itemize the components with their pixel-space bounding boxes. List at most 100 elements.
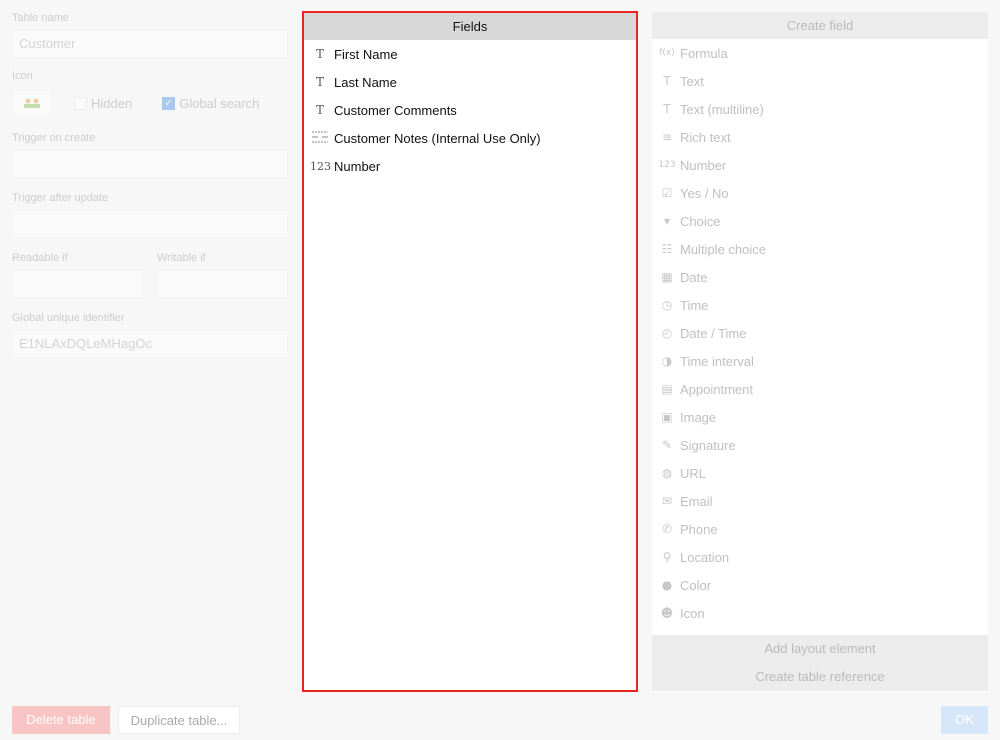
choice-icon: ▾ — [663, 214, 671, 228]
hidden-checkbox[interactable]: Hidden — [74, 96, 132, 111]
create-field-label: Appointment — [680, 381, 753, 397]
create-field-date[interactable]: ▦ Date — [652, 263, 988, 291]
create-field-label: Yes / No — [680, 185, 729, 201]
location-pin-icon: ⚲ — [662, 550, 672, 564]
create-field-choice[interactable]: ▾ Choice — [652, 207, 988, 235]
field-label: Customer Comments — [334, 102, 457, 118]
create-field-label: Choice — [680, 213, 721, 229]
field-row-number[interactable]: 123 Number — [304, 152, 636, 180]
text-icon: T — [663, 74, 671, 88]
writable-if-input[interactable] — [157, 270, 288, 298]
people-icon — [24, 98, 40, 108]
trigger-update-label: Trigger after update — [12, 192, 109, 204]
create-field-label: Number — [680, 157, 727, 173]
create-field-text[interactable]: T Text — [652, 67, 988, 95]
create-field-signature[interactable]: ✎ Signature — [652, 431, 988, 459]
global-search-label: Global search — [179, 95, 260, 111]
create-field-label: Text — [680, 73, 704, 89]
formula-icon: f(x) — [659, 48, 675, 58]
writable-if-label: Writable if — [157, 252, 206, 264]
number-icon: 123 — [310, 159, 331, 173]
delete-table-button[interactable]: Delete table — [12, 706, 110, 734]
hidden-checkbox-box[interactable] — [74, 96, 87, 110]
field-label: Last Name — [334, 74, 397, 90]
create-field-label: Phone — [680, 521, 718, 537]
checkbox-icon: ☑ — [661, 186, 673, 200]
create-field-label: Image — [680, 409, 717, 425]
icon-label: Icon — [12, 70, 33, 82]
create-field-label: Icon — [680, 605, 705, 621]
field-label: First Name — [334, 46, 398, 62]
create-field-icon[interactable]: ☻ Icon — [652, 599, 988, 627]
field-row-customer-notes[interactable]: Customer Notes (Internal Use Only) — [304, 124, 636, 152]
create-field-label: URL — [680, 465, 707, 481]
create-field-formula[interactable]: f(x) Formula — [652, 39, 988, 67]
create-field-label: Multiple choice — [680, 241, 766, 257]
create-field-appointment[interactable]: ▤ Appointment — [652, 375, 988, 403]
create-field-url[interactable]: ◍ URL — [652, 459, 988, 487]
time-interval-icon: ◑ — [661, 354, 673, 368]
time-icon: ◷ — [661, 298, 673, 312]
field-row-last-name[interactable]: T Last Name — [304, 68, 636, 96]
create-field-label: Email — [680, 493, 713, 509]
create-field-time[interactable]: ◷ Time — [652, 291, 988, 319]
ok-button[interactable]: OK — [941, 706, 988, 734]
create-field-location[interactable]: ⚲ Location — [652, 543, 988, 571]
create-field-date-time[interactable]: ◴ Date / Time — [652, 319, 988, 347]
create-field-label: Text (multiline) — [680, 101, 764, 117]
add-layout-element-button[interactable]: Add layout element — [652, 635, 988, 663]
create-field-label: Location — [680, 549, 730, 565]
phone-icon: ✆ — [661, 522, 673, 536]
create-field-rich-text[interactable]: ≡ Rich text — [652, 123, 988, 151]
create-field-list: f(x) Formula T Text T Text (multiline) ≡ Rich t… — [652, 39, 988, 627]
text-icon: T — [315, 47, 324, 61]
multiline-text-icon: T — [663, 102, 671, 116]
field-row-first-name[interactable]: T First Name — [304, 40, 636, 68]
text-icon: T — [315, 103, 324, 117]
trigger-create-input[interactable] — [12, 150, 288, 178]
table-settings-panel: Table name Customer Icon Hidden ✓ Global… — [12, 12, 288, 358]
create-field-phone[interactable]: ✆ Phone — [652, 515, 988, 543]
trigger-update-input[interactable] — [12, 210, 288, 238]
create-table-reference-button[interactable]: Create table reference — [652, 663, 988, 691]
create-field-email[interactable]: ✉ Email — [652, 487, 988, 515]
duplicate-table-button[interactable]: Duplicate table... — [118, 706, 240, 734]
create-field-label: Rich text — [680, 129, 731, 145]
create-field-label: Date / Time — [680, 325, 747, 341]
color-icon: ● — [661, 578, 673, 592]
create-field-header: Create field — [652, 12, 988, 39]
create-field-panel: Create field f(x) Formula T Text T Text (mult… — [652, 12, 988, 692]
create-field-number[interactable]: 123 Number — [652, 151, 988, 179]
create-field-label: Signature — [680, 437, 736, 453]
globe-icon: ◍ — [661, 466, 673, 480]
guid-label: Global unique identifier — [12, 312, 125, 324]
checkmark-icon[interactable]: ✓ — [162, 96, 176, 110]
rich-text-icon: ≡ — [661, 130, 673, 144]
create-field-time-interval[interactable]: ◑ Time interval — [652, 347, 988, 375]
create-field-label: Formula — [680, 45, 728, 61]
smiley-icon: ☻ — [660, 606, 674, 620]
field-label: Number — [334, 158, 381, 174]
fields-header: Fields — [304, 13, 636, 40]
readable-if-input[interactable] — [12, 270, 143, 298]
table-icon-picker[interactable] — [12, 89, 52, 117]
global-search-checkbox[interactable]: ✓ Global search — [162, 96, 259, 111]
number-icon: 123 — [658, 160, 676, 170]
trigger-create-label: Trigger on create — [12, 132, 96, 144]
fields-panel: Fields T First Name T Last Name T Custom… — [302, 11, 638, 692]
text-icon: T — [315, 75, 324, 89]
table-name-input[interactable]: Customer — [12, 30, 288, 58]
create-field-text-multiline[interactable]: T Text (multiline) — [652, 95, 988, 123]
readable-if-label: Readable if — [12, 252, 68, 264]
create-field-yes-no[interactable]: ☑ Yes / No — [652, 179, 988, 207]
signature-icon: ✎ — [661, 438, 673, 452]
hidden-label: Hidden — [91, 95, 133, 111]
create-field-color[interactable]: ● Color — [652, 571, 988, 599]
field-row-customer-comments[interactable]: T Customer Comments — [304, 96, 636, 124]
create-field-image[interactable]: ▣ Image — [652, 403, 988, 431]
guid-field[interactable]: E1NLAxDQLeMHagOc — [12, 330, 288, 358]
date-icon: ▦ — [661, 270, 673, 284]
create-field-multiple-choice[interactable]: ☷ Multiple choice — [652, 235, 988, 263]
table-name-label: Table name — [12, 12, 69, 24]
rich-text-icon — [310, 129, 330, 148]
